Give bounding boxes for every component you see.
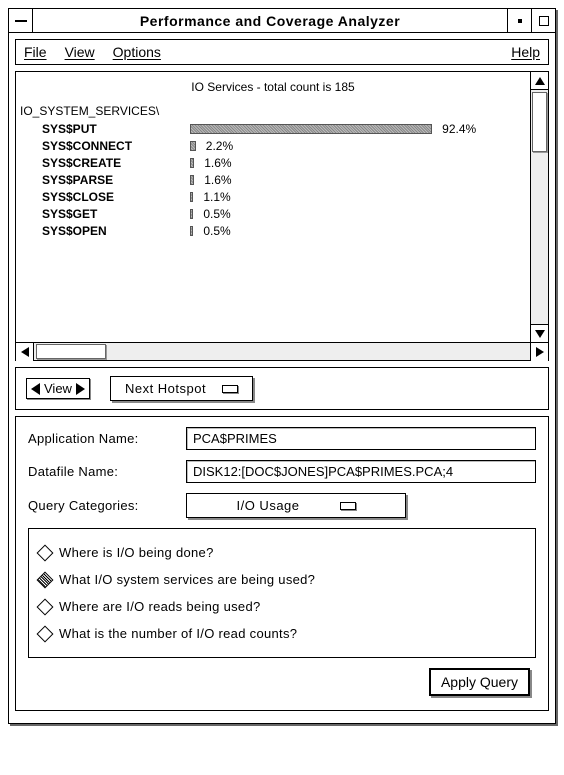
scroll-left-button[interactable]: [16, 343, 34, 361]
menu-view[interactable]: View: [65, 44, 95, 60]
chart-bar-track: 2.2%: [190, 140, 526, 152]
chart-bar-row: SYS$OPEN 0.5%: [20, 222, 526, 239]
datafile-name-field[interactable]: DISK12:[DOC$JONES]PCA$PRIMES.PCA;4: [186, 460, 536, 483]
app-window: Performance and Coverage Analyzer File V…: [8, 8, 556, 724]
query-option[interactable]: Where are I/O reads being used?: [37, 593, 527, 620]
hscroll-track[interactable]: [34, 343, 530, 360]
next-hotspot-button[interactable]: Next Hotspot: [110, 376, 253, 401]
menu-file[interactable]: File: [24, 44, 47, 60]
chart-bar-row: SYS$CREATE 1.6%: [20, 154, 526, 171]
chart-panel: IO Services - total count is 185 IO_SYST…: [15, 71, 549, 361]
menubar: File View Options Help: [15, 39, 549, 65]
chart-bar: [190, 124, 432, 134]
query-list: Where is I/O being done? What I/O system …: [28, 528, 536, 658]
query-option-text: What I/O system services are being used?: [59, 572, 315, 587]
query-categories-value: I/O Usage: [236, 498, 299, 513]
chart-bar-label: SYS$PUT: [20, 122, 190, 136]
vscroll-track[interactable]: [531, 90, 548, 324]
window-title: Performance and Coverage Analyzer: [33, 9, 507, 32]
query-option-text: Where are I/O reads being used?: [59, 599, 261, 614]
query-option-text: What is the number of I/O read counts?: [59, 626, 297, 641]
query-categories-option[interactable]: I/O Usage: [186, 493, 406, 518]
chart-bar-track: 0.5%: [190, 208, 526, 220]
form-panel: Application Name: PCA$PRIMES Datafile Na…: [15, 416, 549, 711]
application-name-label: Application Name:: [28, 431, 178, 446]
chart-bar-track: 0.5%: [190, 225, 526, 237]
chart-bar-value: 1.6%: [204, 156, 231, 170]
radio-diamond-icon[interactable]: [37, 571, 54, 588]
titlebar: Performance and Coverage Analyzer: [9, 9, 555, 33]
datafile-name-label: Datafile Name:: [28, 464, 178, 479]
view-next-icon[interactable]: [76, 383, 85, 395]
chart-bar: [190, 192, 193, 202]
query-categories-label: Query Categories:: [28, 498, 178, 513]
option-indicator-icon: [340, 502, 356, 510]
minimize-button[interactable]: [507, 9, 531, 32]
chart-bar-value: 2.2%: [206, 139, 233, 153]
apply-query-button[interactable]: Apply Query: [429, 668, 530, 696]
chart-bar-label: SYS$PARSE: [20, 173, 190, 187]
chart-bar: [190, 175, 194, 185]
query-option[interactable]: Where is I/O being done?: [37, 539, 527, 566]
chart-bar-value: 0.5%: [203, 207, 230, 221]
chart-bar-row: SYS$PARSE 1.6%: [20, 171, 526, 188]
chart-horizontal-scrollbar[interactable]: [16, 342, 548, 360]
scroll-up-button[interactable]: [531, 72, 548, 90]
radio-diamond-icon[interactable]: [37, 625, 54, 642]
chart-bar-value: 92.4%: [442, 122, 476, 136]
query-option[interactable]: What I/O system services are being used?: [37, 566, 527, 593]
chart-bar: [190, 141, 196, 151]
chart-bar-value: 1.6%: [204, 173, 231, 187]
chart-bar-row: SYS$CLOSE 1.1%: [20, 188, 526, 205]
application-name-field[interactable]: PCA$PRIMES: [186, 427, 536, 450]
chart-bar-label: SYS$CLOSE: [20, 190, 190, 204]
scroll-right-button[interactable]: [530, 343, 548, 361]
menu-options[interactable]: Options: [113, 44, 161, 60]
vscroll-thumb[interactable]: [532, 92, 547, 152]
option-indicator-icon: [222, 385, 238, 393]
view-navigator[interactable]: View: [26, 378, 90, 399]
maximize-button[interactable]: [531, 9, 555, 32]
chart-bar: [190, 209, 193, 219]
chart-bar-value: 1.1%: [203, 190, 230, 204]
query-option[interactable]: What is the number of I/O read counts?: [37, 620, 527, 647]
radio-diamond-icon[interactable]: [37, 598, 54, 615]
chart-bar-track: 1.1%: [190, 191, 526, 203]
chart-bar-label: SYS$CONNECT: [20, 139, 190, 153]
chart-bar-track: 92.4%: [190, 123, 526, 135]
chart-bar-label: SYS$GET: [20, 207, 190, 221]
next-hotspot-label: Next Hotspot: [125, 381, 206, 396]
view-prev-icon[interactable]: [31, 383, 40, 395]
view-label: View: [44, 381, 72, 396]
radio-diamond-icon[interactable]: [37, 544, 54, 561]
scroll-down-button[interactable]: [531, 324, 548, 342]
chart-bar-label: SYS$CREATE: [20, 156, 190, 170]
chart-bar-value: 0.5%: [203, 224, 230, 238]
chart-content: IO Services - total count is 185 IO_SYST…: [16, 72, 530, 342]
chart-bar-row: SYS$GET 0.5%: [20, 205, 526, 222]
chart-vertical-scrollbar[interactable]: [530, 72, 548, 342]
nav-panel: View Next Hotspot: [15, 367, 549, 410]
query-option-text: Where is I/O being done?: [59, 545, 214, 560]
system-menu-button[interactable]: [9, 9, 33, 32]
chart-bar-label: SYS$OPEN: [20, 224, 190, 238]
chart-bar-track: 1.6%: [190, 157, 526, 169]
chart-bar: [190, 226, 193, 236]
menu-help[interactable]: Help: [511, 44, 540, 60]
chart-bar: [190, 158, 194, 168]
chart-title: IO Services - total count is 185: [20, 80, 526, 94]
hscroll-thumb[interactable]: [36, 344, 106, 359]
chart-bar-row: SYS$PUT 92.4%: [20, 120, 526, 137]
chart-bar-row: SYS$CONNECT 2.2%: [20, 137, 526, 154]
chart-bar-track: 1.6%: [190, 174, 526, 186]
chart-group-label: IO_SYSTEM_SERVICES\: [20, 104, 526, 118]
